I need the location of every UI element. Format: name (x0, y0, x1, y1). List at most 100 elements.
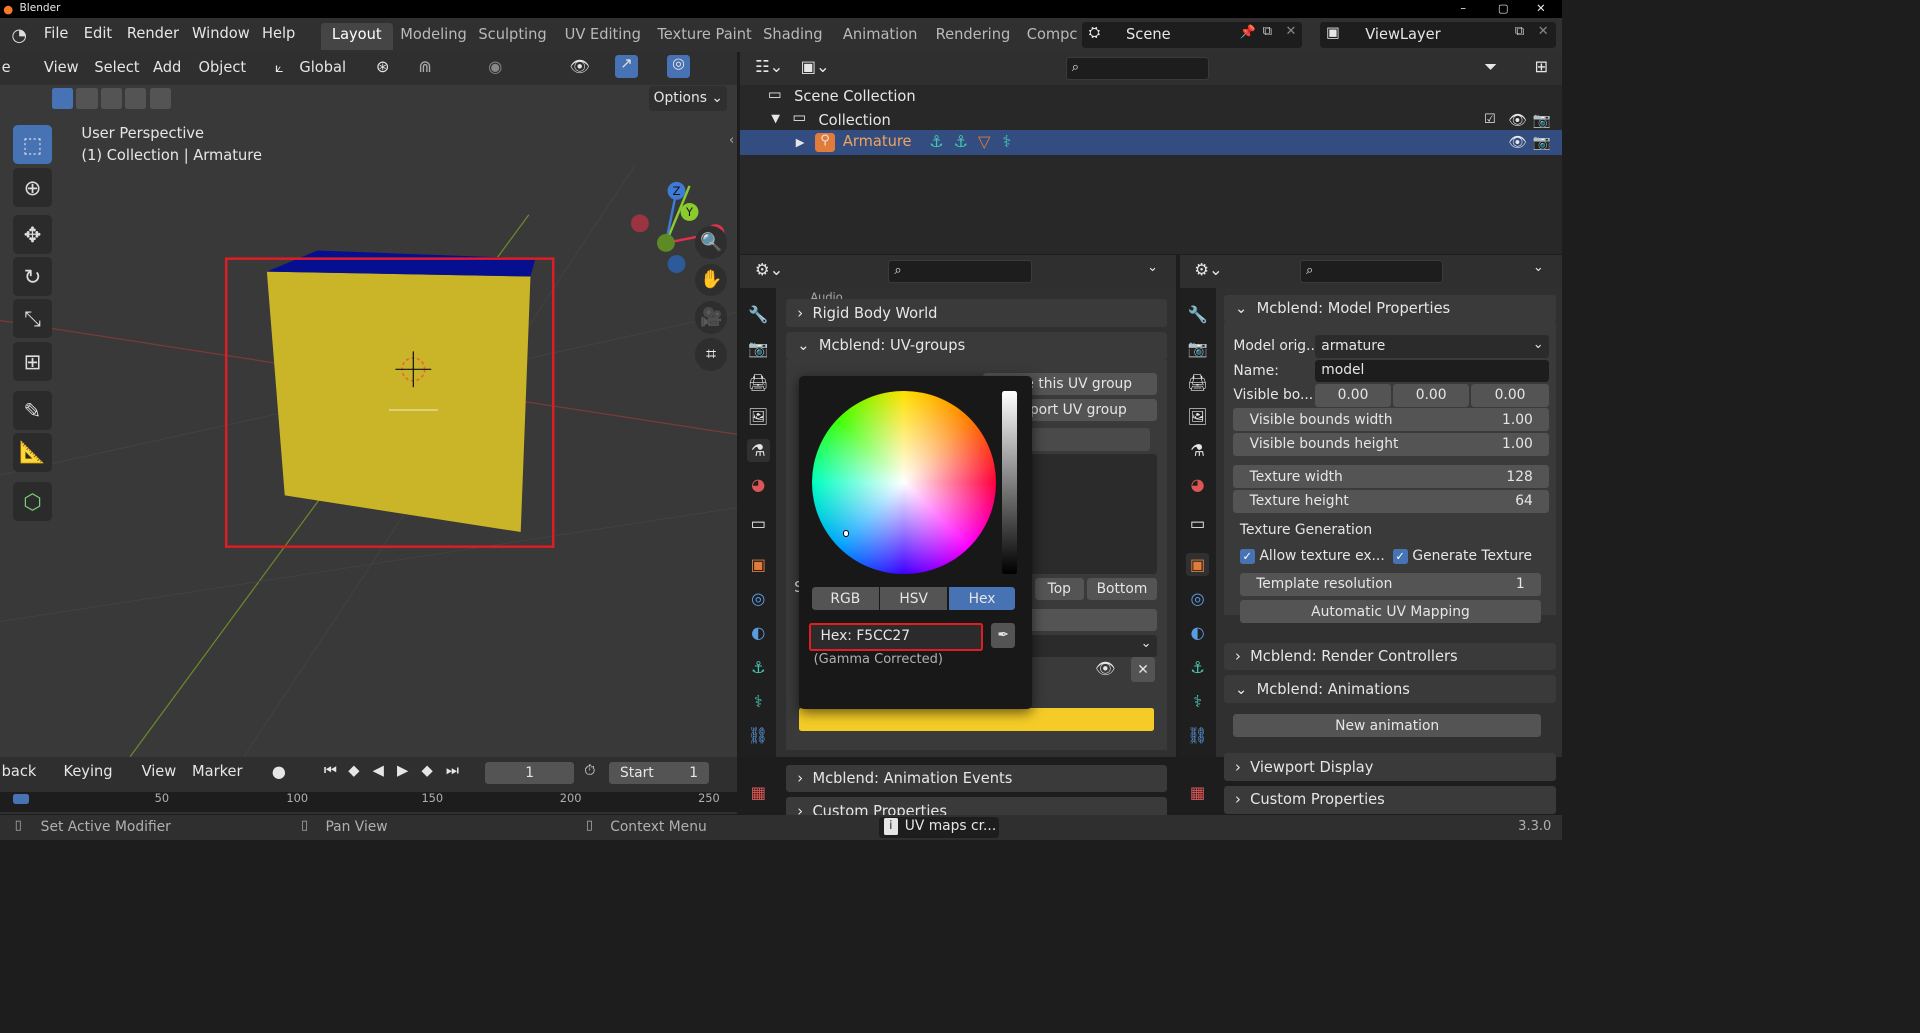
object-data-tab-icon[interactable]: ⚓ (747, 656, 770, 679)
tab-compc[interactable]: Compc (1015, 23, 1088, 51)
armature-data-icon[interactable]: ▽ (978, 132, 991, 151)
mode-selector[interactable]: e (2, 59, 11, 76)
scale-tool-icon[interactable]: ⤡ (13, 299, 53, 339)
duplicate-scene-icon[interactable]: ⧉ (1263, 24, 1272, 39)
maximize-button[interactable]: ▢ (1498, 1, 1509, 15)
tab-uv-editing[interactable]: UV Editing (553, 23, 652, 51)
tab-sculpting[interactable]: Sculpting (467, 23, 558, 51)
output-tab-icon[interactable]: 🖨 (1186, 371, 1209, 394)
viewlayer-selector[interactable]: ▣ ViewLayer ⧉ ✕ (1319, 21, 1556, 48)
select-new-icon[interactable] (52, 87, 74, 109)
display-mode-icon[interactable]: ▣⌄ (801, 57, 830, 76)
playhead[interactable] (13, 794, 30, 804)
tab-hex[interactable]: Hex (948, 587, 1016, 611)
tab-modeling[interactable]: Modeling (389, 23, 478, 51)
outliner-editor-type-icon[interactable]: ☷⌄ (755, 57, 783, 76)
render-tab-icon[interactable]: 📷 (747, 337, 770, 360)
3d-viewport[interactable]: e View Select Add Object ⟀ Global ⊛ ⋒ ◉ … (0, 52, 738, 757)
output-tab-icon[interactable]: 🖨 (747, 371, 770, 394)
remove-scene-icon[interactable]: ✕ (1285, 24, 1296, 39)
pivot-icon[interactable]: ⊛ (376, 57, 390, 76)
color-preview-bar[interactable] (798, 707, 1154, 731)
tab-rendering[interactable]: Rendering (924, 23, 1021, 51)
modifier-tab-icon[interactable]: ◎ (747, 587, 770, 610)
generate-texture-checkbox[interactable]: ✓ Generate Texture (1392, 548, 1532, 564)
measure-tool-icon[interactable]: 📐 (13, 432, 53, 472)
select-subtract-icon[interactable] (100, 87, 123, 109)
collection-tab-icon[interactable]: ▭ (747, 513, 770, 536)
annotate-tool-icon[interactable]: ✎ (13, 390, 53, 430)
select-menu[interactable]: Select (94, 59, 139, 76)
texture-tab-icon[interactable]: ▦ (1186, 781, 1209, 804)
armature-row[interactable]: ▶ ⚲ Armature ⚓ ⚓ ▽ ⚕ 👁 📷 (740, 130, 1563, 155)
marker-menu[interactable]: Marker (192, 763, 243, 780)
animation-events-panel[interactable]: › Mcblend: Animation Events (785, 764, 1167, 793)
new-animation-button[interactable]: New animation (1233, 714, 1541, 738)
tab-shading[interactable]: Shading (752, 23, 834, 51)
menu-file[interactable]: File (44, 25, 68, 42)
report-message[interactable]: i UV maps cr... (878, 816, 1000, 838)
uv-groups-panel[interactable]: ⌄ Mcblend: UV-groups (785, 331, 1167, 360)
filter-icon[interactable]: ⏷ (1484, 57, 1497, 77)
scene-tab-icon[interactable]: ⚗ (1186, 439, 1209, 462)
props-left-options-icon[interactable]: ⌄ (1147, 260, 1158, 275)
visible-bounds-height-field[interactable]: Visible bounds height 1.00 (1233, 432, 1550, 456)
close-button[interactable]: ✕ (1536, 1, 1546, 15)
add-cube-tool-icon[interactable]: ⬡ (13, 481, 53, 521)
object-menu[interactable]: Object (199, 59, 247, 76)
select-mode-buttons[interactable] (52, 87, 171, 111)
keying-menu[interactable]: Keying (63, 763, 112, 780)
object-data-tab-icon[interactable]: ⚓ (1186, 656, 1209, 679)
pose-icon-2[interactable]: ⚓ (954, 132, 969, 151)
armature-eye-icon[interactable]: 👁 (1508, 133, 1527, 151)
world-tab-icon[interactable]: ◕ (747, 474, 770, 497)
bone-tab-icon[interactable]: ⚕ (747, 690, 770, 713)
view-layer-tab-icon[interactable]: 🖼 (1186, 405, 1209, 428)
animations-panel[interactable]: ⌄ Mcblend: Animations (1223, 675, 1556, 703)
viewport-display-panel[interactable]: › Viewport Display (1223, 753, 1556, 782)
props-editor-type-icon[interactable]: ⚙⌄ (755, 260, 783, 279)
view-layer-tab-icon[interactable]: 🖼 (747, 405, 770, 428)
props-left-search-input[interactable]: ⌕ (888, 260, 1032, 284)
pin-icon[interactable]: 📌 (1240, 25, 1256, 40)
collection-checkbox-icon[interactable]: ☑ (1484, 112, 1496, 127)
armature-expand-icon[interactable]: ▶ (796, 135, 805, 149)
outliner-search-input[interactable]: ⌕ (1065, 56, 1209, 80)
jump-end-icon[interactable]: ⏭ (446, 762, 459, 779)
hex-input[interactable]: Hex: F5CC27 (808, 623, 983, 651)
move-tool-icon[interactable]: ✥ (13, 214, 53, 254)
select-box-tool-icon[interactable]: ⬚ (13, 125, 53, 165)
bone-constraint-tab-icon[interactable]: ⛓ (1186, 724, 1209, 747)
zoom-icon[interactable]: 🔍 (694, 226, 728, 259)
props-right-options-icon[interactable]: ⌄ (1533, 260, 1544, 275)
scene-selector[interactable]: ⛭ Scene 📌 ⧉ ✕ (1082, 21, 1302, 48)
template-resolution-field[interactable]: Template resolution 1 (1239, 572, 1541, 596)
rigid-body-panel[interactable]: › Rigid Body World (785, 299, 1167, 328)
playback-menu[interactable]: back (2, 763, 37, 780)
collection-render-icon[interactable]: 📷 (1533, 111, 1551, 129)
tab-rgb[interactable]: RGB (811, 587, 879, 611)
menu-edit[interactable]: Edit (84, 25, 112, 42)
props-right-editor-type-icon[interactable]: ⚙⌄ (1194, 260, 1222, 279)
gizmo-toggle-icon[interactable]: ↗ (615, 55, 638, 79)
texture-height-field[interactable]: Texture height 64 (1233, 489, 1550, 513)
timeline-ruler[interactable]: 50 100 150 200 250 (0, 791, 738, 812)
physics-tab-icon[interactable]: ◐ (1186, 622, 1209, 645)
texture-tab-icon[interactable]: ▦ (747, 781, 770, 804)
value-slider[interactable] (1002, 390, 1017, 575)
mask-eye-icon[interactable]: 👁 (1095, 659, 1116, 678)
pose-icon[interactable]: ⚓ (929, 132, 944, 151)
allow-texture-checkbox[interactable]: ✓ Allow texture ex... (1239, 548, 1385, 564)
world-tab-icon[interactable]: ◕ (1186, 474, 1209, 497)
automatic-uv-mapping-button[interactable]: Automatic UV Mapping (1239, 600, 1541, 624)
tab-layout[interactable]: Layout (320, 22, 394, 51)
scene-collection-label[interactable]: Scene Collection (794, 88, 916, 105)
play-reverse-icon[interactable]: ◀ (373, 762, 384, 779)
remove-viewlayer-icon[interactable]: ✕ (1538, 24, 1549, 39)
tool-tab-icon[interactable]: 🔧 (747, 303, 770, 326)
transform-tool-icon[interactable]: ⊞ (13, 341, 53, 381)
visible-bounds-y[interactable]: 0.00 (1392, 384, 1470, 407)
visible-bounds-z[interactable]: 0.00 (1470, 384, 1550, 407)
custom-props-panel-right[interactable]: › Custom Properties (1223, 785, 1556, 814)
props-right-search-input[interactable]: ⌕ (1300, 260, 1444, 284)
